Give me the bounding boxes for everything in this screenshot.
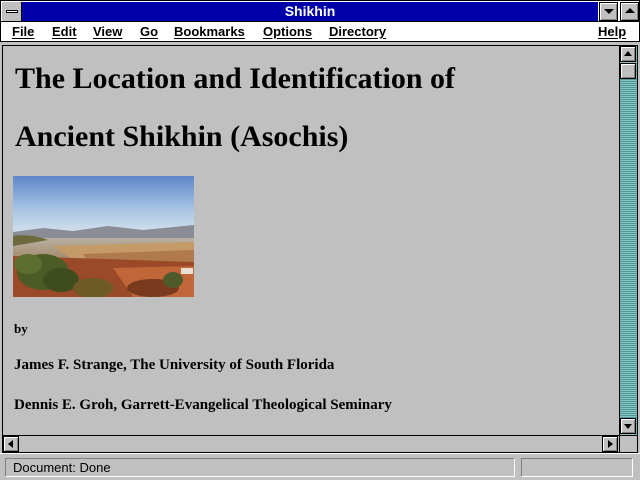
horizontal-scroll-track[interactable] <box>20 436 602 451</box>
minimize-icon <box>604 9 614 14</box>
landscape-photo <box>13 176 194 297</box>
scrollbar-corner <box>619 435 637 452</box>
progress-indicator <box>521 458 633 477</box>
arrow-left-icon <box>8 440 13 448</box>
menu-directory[interactable]: Directory <box>329 24 386 39</box>
status-bar: Document: Done <box>0 453 640 480</box>
menu-file[interactable]: File <box>12 24 34 39</box>
by-label: by <box>14 321 28 336</box>
scroll-up-button[interactable] <box>620 46 636 62</box>
arrow-right-icon <box>608 440 613 448</box>
arrow-up-icon <box>624 51 632 56</box>
system-menu-icon <box>6 10 18 13</box>
maximize-icon <box>625 8 635 13</box>
maximize-button[interactable] <box>620 2 639 21</box>
system-menu-button[interactable] <box>2 2 22 21</box>
menu-help[interactable]: Help <box>598 24 626 39</box>
menu-go[interactable]: Go <box>140 24 158 39</box>
window-title: Shikhin <box>22 2 598 21</box>
author-1: James F. Strange, The University of Sout… <box>14 357 335 373</box>
page-heading-line1: The Location and Identification of <box>15 62 456 95</box>
page-heading-line2: Ancient Shikhin (Asochis) <box>15 120 349 153</box>
arrow-down-icon <box>624 424 632 429</box>
title-bar: Shikhin <box>0 0 640 22</box>
menu-options[interactable]: Options <box>263 24 312 39</box>
minimize-button[interactable] <box>599 2 618 21</box>
vertical-scrollbar[interactable] <box>619 46 637 435</box>
menu-edit[interactable]: Edit <box>52 24 77 39</box>
scroll-right-button[interactable] <box>602 436 618 452</box>
menu-bar: File Edit View Go Bookmarks Options Dire… <box>0 22 640 42</box>
document-view: The Location and Identification of Ancie… <box>3 46 617 435</box>
status-text: Document: Done <box>5 458 515 477</box>
menu-bookmarks[interactable]: Bookmarks <box>174 24 245 39</box>
horizontal-scrollbar[interactable] <box>3 435 619 452</box>
scroll-down-button[interactable] <box>620 418 636 434</box>
menu-view[interactable]: View <box>93 24 122 39</box>
scroll-left-button[interactable] <box>3 436 19 452</box>
author-2: Dennis E. Groh, Garrett-Evangelical Theo… <box>14 397 392 413</box>
vertical-scroll-thumb[interactable] <box>620 63 636 79</box>
